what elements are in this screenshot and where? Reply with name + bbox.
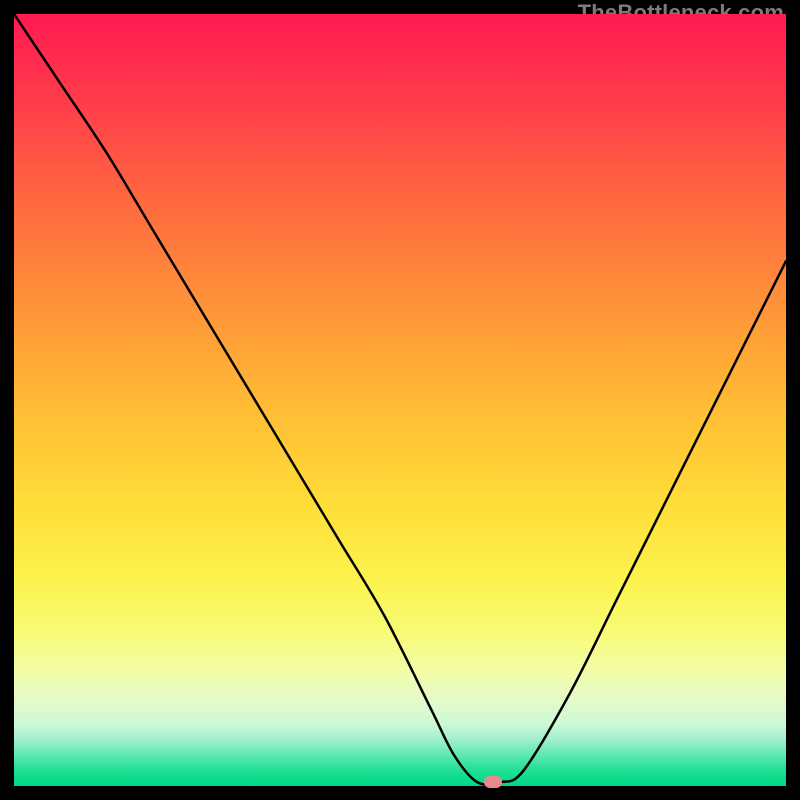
bottleneck-curve	[14, 14, 786, 786]
chart-container: TheBottleneck.com	[0, 0, 800, 800]
optimal-marker	[484, 776, 502, 788]
